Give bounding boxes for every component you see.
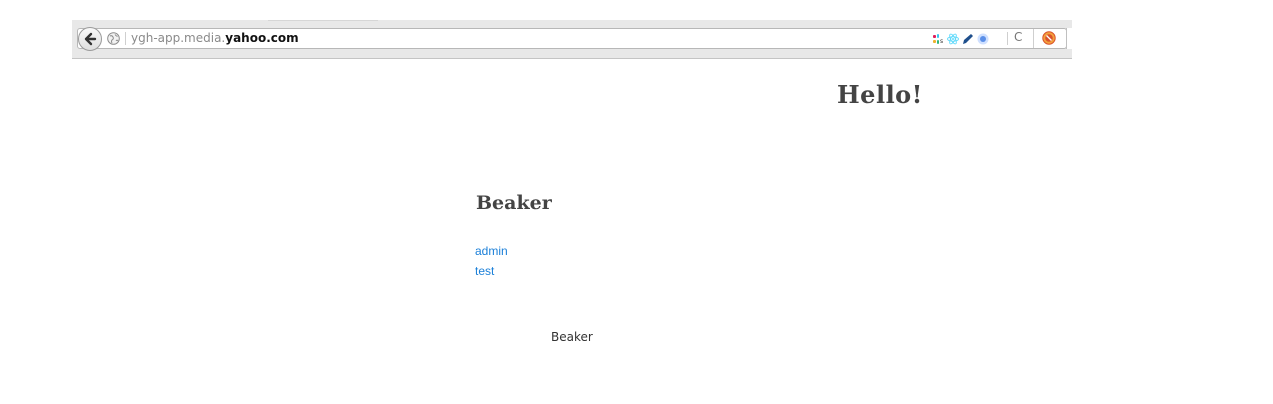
url-text[interactable]: ygh-app.media.yahoo.com [131,31,299,46]
search-box-edge[interactable] [1066,28,1073,49]
circle-extension-icon[interactable] [977,33,989,45]
blocker-extension-icon[interactable] [1042,31,1056,45]
back-button[interactable] [78,27,102,51]
hello-heading: Hello! [837,80,923,109]
url-domain: yahoo.com [225,31,299,45]
list-item: test [475,261,508,281]
arrow-left-icon [84,32,97,46]
app-heading: Beaker [476,192,552,214]
svg-text:s: s [940,38,943,45]
globe-icon[interactable] [107,32,120,45]
admin-link[interactable]: admin [475,244,508,258]
url-prefix: ygh-app.media. [131,31,226,45]
toolbar-divider [1033,29,1034,48]
footer-text: Beaker [551,330,593,344]
address-bar[interactable]: ygh-app.media.yahoo.com s C [77,27,1073,51]
reload-divider [1007,32,1008,45]
slack-icon[interactable]: s [932,33,944,45]
list-item: admin [475,241,508,261]
react-devtools-icon[interactable] [947,33,959,45]
tab-strip-edge [268,20,378,21]
reload-icon[interactable]: C [1014,30,1022,44]
extension-icons: s [932,31,989,46]
browser-toolbar: ygh-app.media.yahoo.com s C [72,20,1073,59]
test-link[interactable]: test [475,264,494,278]
url-divider [125,32,126,45]
nav-link-list: admin test [475,241,508,281]
pencil-extension-icon[interactable] [962,33,974,45]
